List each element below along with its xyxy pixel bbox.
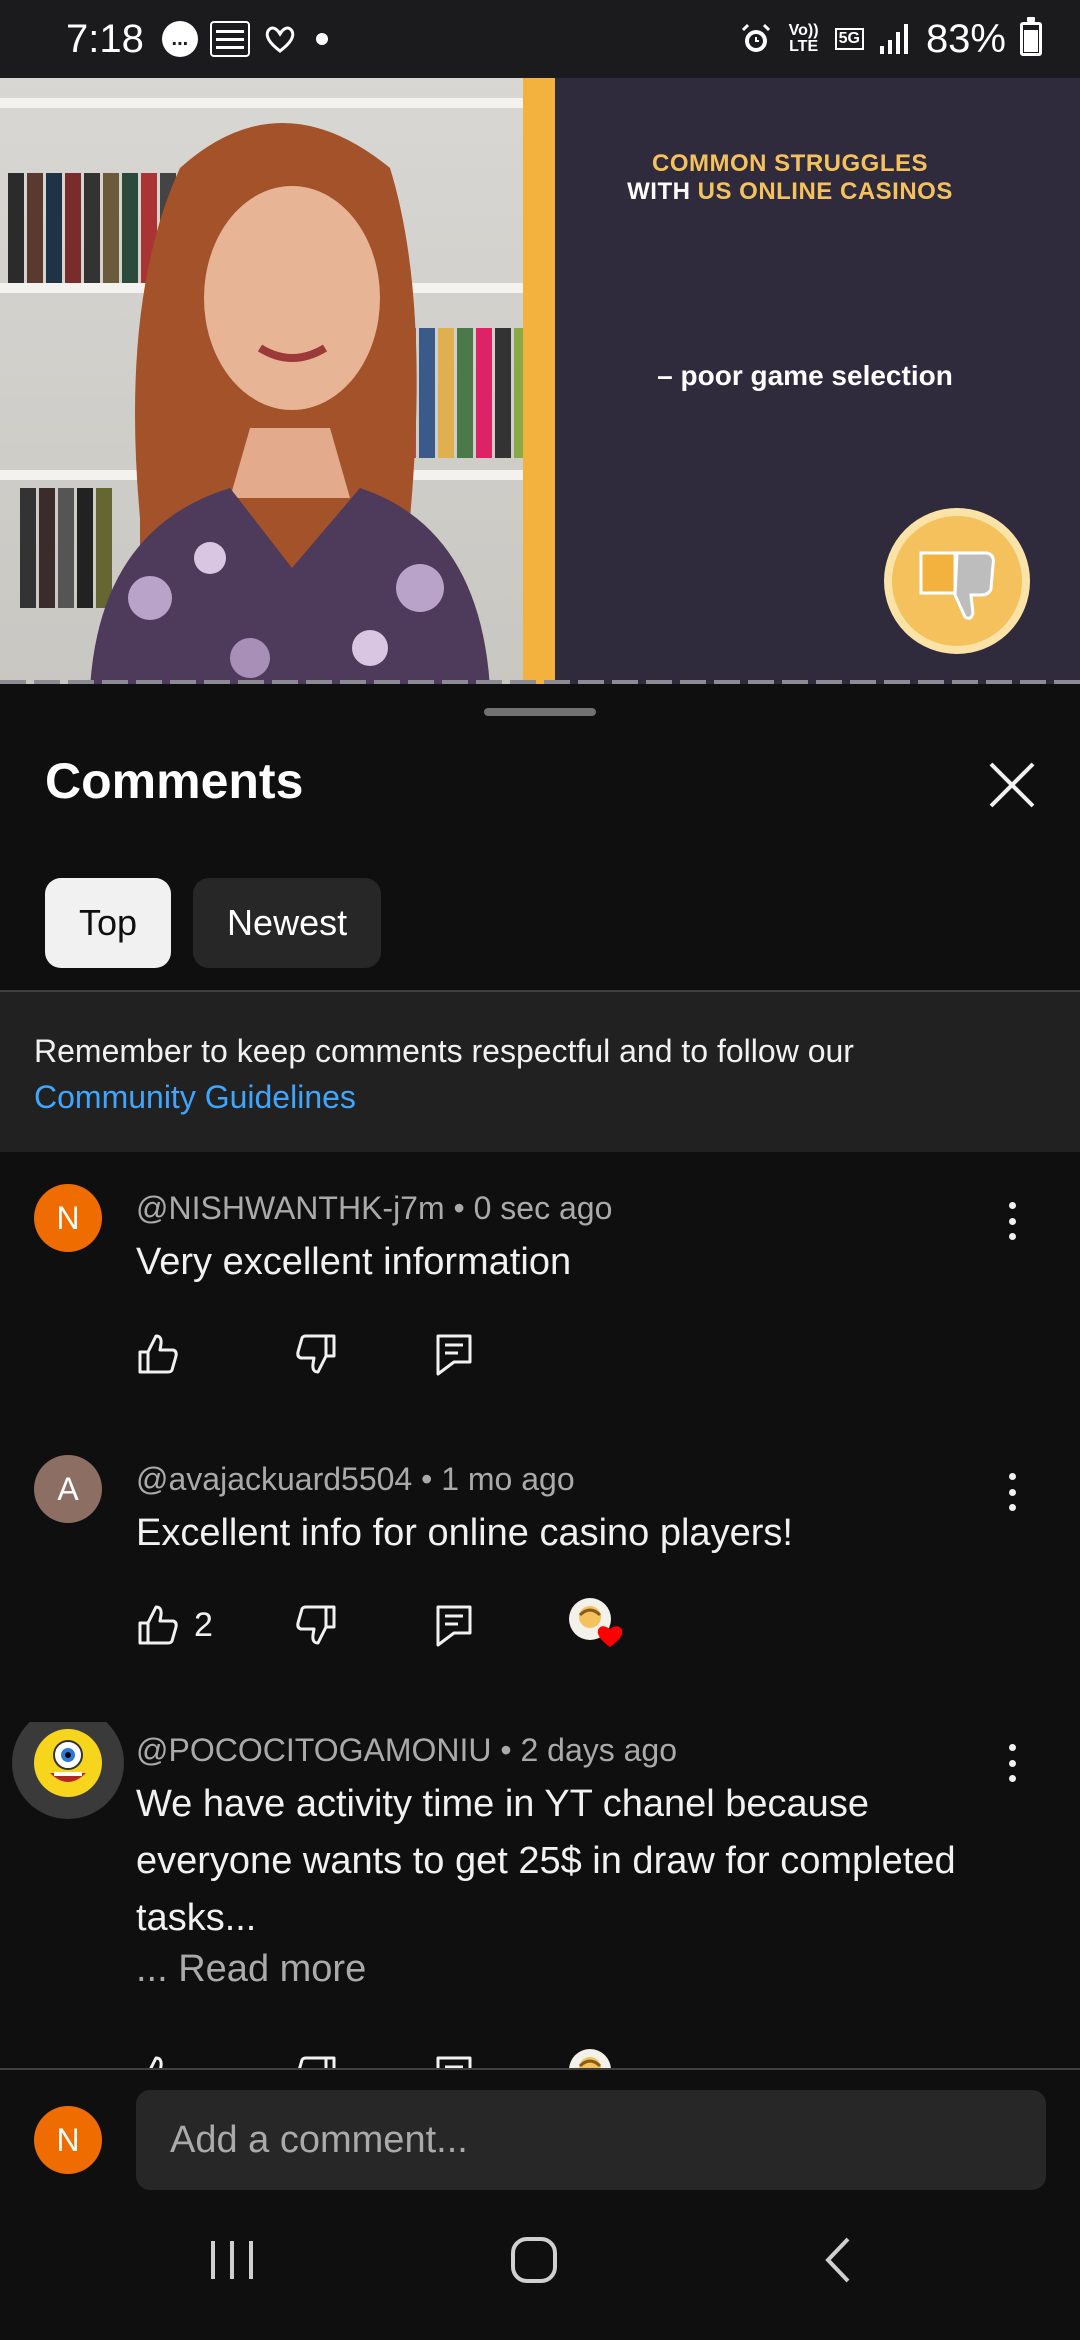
reply-icon	[436, 1334, 472, 1376]
creator-avatar-icon	[569, 2049, 611, 2068]
comment-actions: 2	[136, 1597, 624, 1653]
volte-indicator: Vo)) LTE	[788, 22, 819, 55]
comment-more-button[interactable]	[996, 1738, 1028, 1788]
heart-icon	[597, 1626, 623, 1647]
battery-percent: 83%	[925, 16, 1006, 61]
community-guidelines-link[interactable]: Community Guidelines	[34, 1074, 1046, 1120]
thumbs-up-icon	[149, 2056, 163, 2068]
comment-actions	[136, 2048, 624, 2068]
thumbs-down-icon	[296, 1334, 336, 1374]
presenter-figure	[90, 123, 490, 684]
heart-notification-icon	[265, 26, 295, 53]
add-comment-input[interactable]	[136, 2090, 1046, 2190]
comment-time: 0 sec ago	[473, 1190, 613, 1226]
close-icon	[989, 762, 1035, 808]
comment-time: 2 days ago	[520, 1732, 678, 1768]
like-count: 2	[194, 1605, 213, 1644]
reply-icon	[436, 2056, 472, 2068]
like-button[interactable]	[136, 2054, 294, 2068]
back-icon	[825, 2237, 850, 2283]
avatar[interactable]	[12, 1722, 124, 1819]
comment-text: Excellent info for online casino players…	[136, 1512, 793, 1554]
comment-meta[interactable]: @POCOCITOGAMONIU • 2 days ago	[136, 1732, 677, 1769]
recent-apps-icon	[211, 2241, 253, 2279]
comment-more-button[interactable]	[996, 1467, 1028, 1517]
comments-title: Comments	[45, 753, 304, 809]
slide-title: COMMON STRUGGLES WITH US ONLINE CASINOS	[627, 150, 953, 205]
back-button[interactable]	[768, 2220, 908, 2300]
user-avatar[interactable]: N	[34, 2106, 102, 2174]
dislike-button[interactable]	[294, 1332, 434, 1376]
reply-icon	[436, 1605, 472, 1647]
comment-author[interactable]: @avajackuard5504	[136, 1461, 412, 1497]
like-button[interactable]: 2	[136, 1603, 294, 1647]
slide-bullet: – poor game selection	[657, 360, 953, 391]
message-notification-icon: ...	[161, 21, 198, 57]
dislike-button[interactable]	[294, 1603, 434, 1647]
more-notifications-dot	[315, 33, 328, 45]
thumbs-down-icon	[298, 2056, 336, 2068]
reply-button[interactable]	[434, 1603, 568, 1647]
thumbs-down-badge-icon	[884, 508, 1030, 654]
status-bar: 7:18 ... Vo)) LTE 5G 83%	[0, 0, 1080, 78]
recent-apps-button[interactable]	[162, 2220, 302, 2300]
drag-handle[interactable]	[484, 708, 596, 716]
cyclops-emoji-avatar-icon	[34, 1729, 102, 1797]
add-comment-bar: N	[0, 2068, 1080, 2190]
avatar[interactable]: N	[34, 1184, 102, 1252]
battery-icon	[1020, 17, 1042, 56]
creator-heart-badge	[568, 1597, 624, 1653]
comment-author[interactable]: @POCOCITOGAMONIU	[136, 1732, 491, 1768]
avatar[interactable]: A	[34, 1455, 102, 1523]
notice-text: Remember to keep comments respectful and…	[34, 1033, 854, 1069]
comment-item: @POCOCITOGAMONIU • 2 days ago We have ac…	[0, 1722, 1080, 2068]
community-notice: Remember to keep comments respectful and…	[0, 992, 1080, 1152]
reply-button[interactable]	[434, 2054, 568, 2068]
creator-heart-badge	[568, 2048, 624, 2068]
sort-tabs: Top Newest	[45, 878, 382, 968]
news-app-notification-icon	[209, 21, 250, 57]
comment-time: 1 mo ago	[441, 1461, 575, 1497]
thumbs-up-icon	[138, 1334, 178, 1374]
comment-meta[interactable]: @avajackuard5504 • 1 mo ago	[136, 1461, 575, 1498]
read-more-link[interactable]: ... Read more	[136, 1948, 366, 1991]
alarm-icon	[741, 23, 770, 52]
dislike-button[interactable]	[294, 2054, 434, 2068]
system-nav-bar	[0, 2190, 1080, 2340]
comment-meta[interactable]: @NISHWANTHK-j7m • 0 sec ago	[136, 1190, 612, 1227]
status-time: 7:18	[66, 16, 144, 61]
video-scene-bookshelf	[0, 78, 555, 684]
comment-item: N @NISHWANTHK-j7m • 0 sec ago Very excel…	[0, 1180, 1080, 1430]
comment-text: We have activity time in YT chanel becau…	[136, 1783, 956, 1939]
comment-author[interactable]: @NISHWANTHK-j7m	[136, 1190, 445, 1226]
comment-text: Very excellent information	[136, 1241, 572, 1283]
tab-top[interactable]: Top	[45, 878, 172, 968]
reply-button[interactable]	[434, 1332, 474, 1376]
tab-newest[interactable]: Newest	[193, 878, 382, 968]
signal-strength-icon	[879, 24, 908, 54]
thumbs-up-icon	[138, 1605, 178, 1645]
comment-actions	[136, 1326, 474, 1382]
comment-item: A @avajackuard5504 • 1 mo ago Excellent …	[0, 1451, 1080, 1701]
video-player[interactable]: COMMON STRUGGLES WITH US ONLINE CASINOS …	[0, 78, 1080, 684]
like-button[interactable]	[136, 1332, 294, 1376]
comment-more-button[interactable]	[996, 1196, 1028, 1246]
home-button[interactable]	[464, 2220, 604, 2300]
slide-accent-bar	[523, 78, 555, 684]
close-button[interactable]	[985, 758, 1039, 812]
5g-indicator: 5G	[834, 28, 864, 50]
thumbs-down-icon	[296, 1605, 336, 1645]
home-icon	[511, 2237, 557, 2283]
